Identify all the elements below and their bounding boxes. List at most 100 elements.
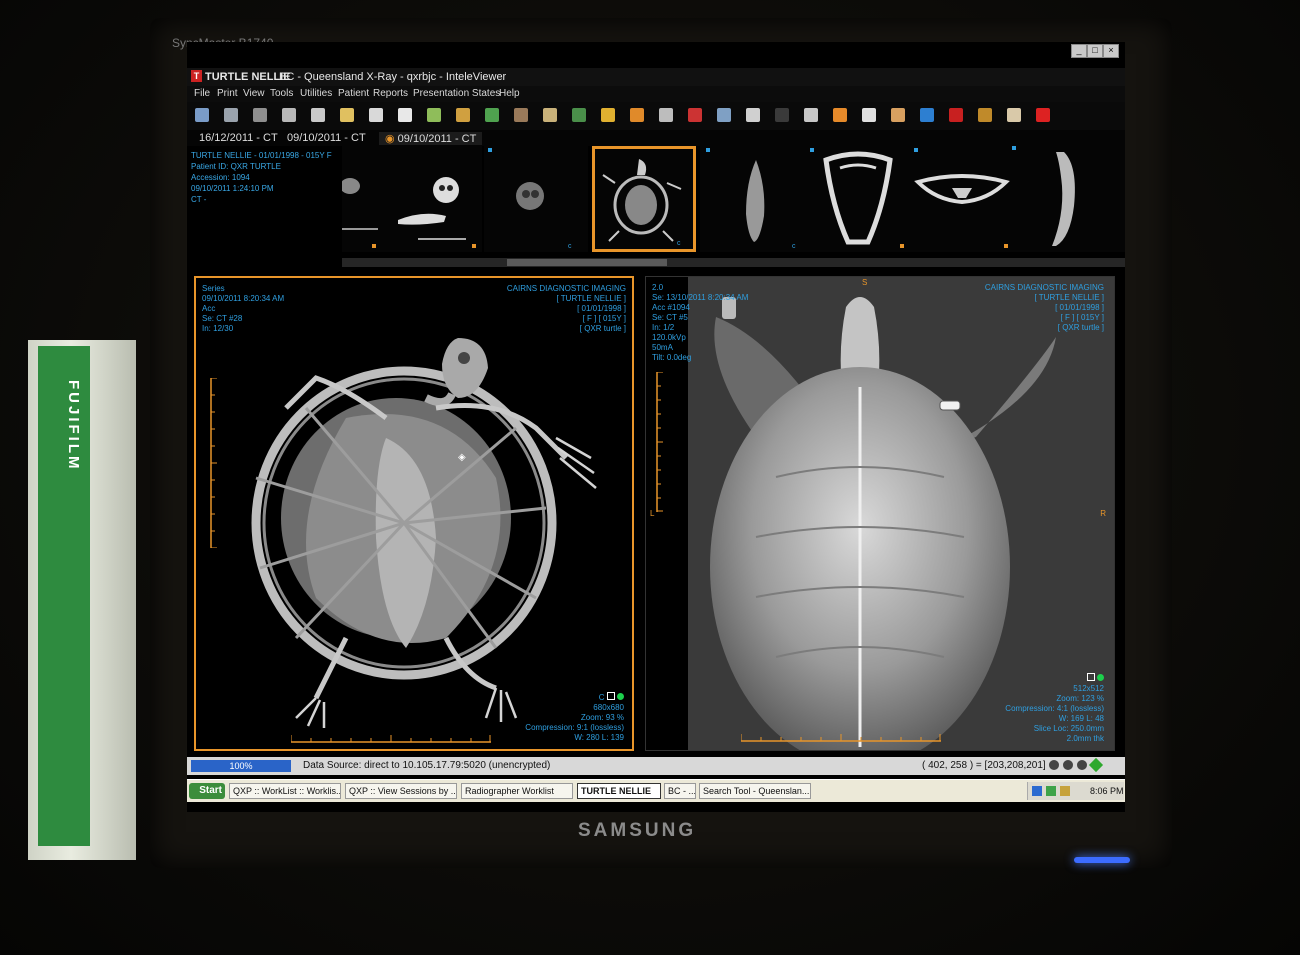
- horizontal-ruler: [741, 734, 941, 742]
- taskbar-item-search-tool[interactable]: Search Tool - Queenslan...: [699, 783, 811, 799]
- series-thumbnail[interactable]: c: [700, 146, 804, 252]
- toolbar-tool-icon[interactable]: [456, 108, 470, 122]
- viewport-radiograph[interactable]: 2.0 Se: 13/10/2011 8:20:34 AM Acc #1094 …: [645, 276, 1115, 751]
- close-button[interactable]: ×: [1103, 44, 1119, 58]
- menu-tools[interactable]: Tools: [270, 88, 293, 99]
- toolbar-tool-icon[interactable]: [1036, 108, 1050, 122]
- clock[interactable]: 8:06 PM: [1090, 786, 1124, 796]
- viewport-3d-render[interactable]: ◈ Series 09/10/2011 8:20:34 AM Acc Se: C…: [194, 276, 634, 751]
- nav-forward-icon[interactable]: [1063, 760, 1073, 770]
- series-thumbnail[interactable]: [908, 146, 1012, 252]
- toolbar-tool-icon[interactable]: [630, 108, 644, 122]
- toolbar-tool-icon[interactable]: [688, 108, 702, 122]
- taskbar-item-radiographer-worklist[interactable]: Radiographer Worklist: [461, 783, 573, 799]
- overlay-line: Tilt: 0.0deg: [652, 353, 692, 362]
- toolbar-tool-icon[interactable]: [978, 108, 992, 122]
- sync-box-icon[interactable]: [1086, 673, 1095, 681]
- thumb-image: [1012, 146, 1075, 246]
- status-bar: 100% Data Source: direct to 10.105.17.79…: [187, 757, 1125, 775]
- connection-status-icon: [1088, 757, 1104, 773]
- overlay-line: 2.0mm thk: [1066, 734, 1104, 743]
- overlay-line: CAIRNS DIAGNOSTIC IMAGING: [984, 283, 1104, 292]
- menu-presentation-states[interactable]: Presentation States: [413, 88, 500, 99]
- vertical-ruler: [656, 372, 663, 512]
- toolbar-tool-icon[interactable]: [485, 108, 499, 122]
- menu-utilities[interactable]: Utilities: [300, 88, 332, 99]
- toolbar-tool-icon[interactable]: [369, 108, 383, 122]
- toolbar-tool-icon[interactable]: [398, 108, 412, 122]
- tray-network-icon[interactable]: [1032, 786, 1042, 796]
- overlay-line: 09/10/2011 8:20:34 AM: [202, 294, 285, 303]
- minimize-button[interactable]: _: [1071, 44, 1087, 58]
- nav-back-icon[interactable]: [1049, 760, 1059, 770]
- toolbar-tool-icon[interactable]: [282, 108, 296, 122]
- overlay-line: In: 12/30: [202, 324, 234, 333]
- fujifilm-label: FUJIFILM: [65, 380, 82, 472]
- scrollbar-thumb[interactable]: [507, 259, 667, 266]
- tray-security-icon[interactable]: [1046, 786, 1056, 796]
- toolbar-tool-icon[interactable]: [775, 108, 789, 122]
- toolbar-tool-icon[interactable]: [949, 108, 963, 122]
- toolbar-tool-icon[interactable]: [746, 108, 760, 122]
- tab-study-1[interactable]: 16/12/2011 - CT: [199, 132, 278, 144]
- svg-text:c: c: [568, 243, 572, 250]
- taskbar-item-worklist[interactable]: QXP :: WorkList :: Worklis...: [229, 783, 341, 799]
- taskbar-item-bc[interactable]: BC - ...: [664, 783, 696, 799]
- toolbar-tool-icon[interactable]: [804, 108, 818, 122]
- series-thumbnail[interactable]: [1012, 146, 1125, 252]
- menu-view[interactable]: View: [243, 88, 265, 99]
- thumb-image: [914, 148, 1010, 248]
- menu-reports[interactable]: Reports: [373, 88, 408, 99]
- power-led: [1074, 857, 1130, 863]
- toolbar-tool-icon[interactable]: [862, 108, 876, 122]
- overlay-line: Slice Loc: 250.0mm: [1033, 724, 1104, 733]
- menu-patient[interactable]: Patient: [338, 88, 369, 99]
- toolbar-tool-icon[interactable]: [311, 108, 325, 122]
- toolbar-tool-icon[interactable]: [891, 108, 905, 122]
- start-button[interactable]: Start: [189, 783, 225, 799]
- menu-print[interactable]: Print: [217, 88, 238, 99]
- series-thumbnail[interactable]: [378, 146, 482, 252]
- menu-help[interactable]: Help: [499, 88, 520, 99]
- maximize-button[interactable]: □: [1087, 44, 1103, 58]
- nav-refresh-icon[interactable]: [1077, 760, 1087, 770]
- tray-volume-icon[interactable]: [1060, 786, 1070, 796]
- data-source-text: Data Source: direct to 10.105.17.79:5020…: [303, 760, 551, 771]
- overlay-line: Se: CT #28: [202, 314, 243, 323]
- series-thumbnail-selected[interactable]: c: [592, 146, 696, 252]
- menu-file[interactable]: File: [194, 88, 210, 99]
- toolbar-tool-icon[interactable]: [659, 108, 673, 122]
- overlay-line: Compression: 4:1 (lossless): [1005, 704, 1104, 713]
- toolbar-tool-icon[interactable]: [253, 108, 267, 122]
- taskbar-item-turtle-nellie[interactable]: TURTLE NELLIE: [577, 783, 661, 799]
- toolbar-tool-icon[interactable]: [340, 108, 354, 122]
- toolbar-tool-icon[interactable]: [514, 108, 528, 122]
- window-title: BC - Queensland X-Ray - qxrbjc - InteleV…: [279, 71, 507, 83]
- title-bar: T TURTLE NELLIE BC - Queensland X-Ray - …: [187, 68, 1125, 86]
- taskbar-item-view-sessions[interactable]: QXP :: View Sessions by ...: [345, 783, 457, 799]
- toolbar-tool-icon[interactable]: [601, 108, 615, 122]
- toolbar-tool-icon[interactable]: [543, 108, 557, 122]
- overlay-line: [ QXR turtle ]: [1057, 323, 1104, 332]
- tab-study-2[interactable]: 09/10/2011 - CT: [287, 132, 366, 144]
- toolbar-tool-icon[interactable]: [195, 108, 209, 122]
- orientation-top: S: [862, 278, 868, 287]
- tab-study-3[interactable]: ◉ 09/10/2011 - CT: [379, 132, 483, 145]
- right-overlay-top-left: 2.0 Se: 13/10/2011 8:20:34 AM Acc #1094 …: [652, 283, 748, 363]
- toolbar-tool-icon[interactable]: [833, 108, 847, 122]
- overlay-line: Acc: [202, 304, 216, 313]
- toolbar-tool-icon[interactable]: [572, 108, 586, 122]
- toolbar-tool-icon[interactable]: [224, 108, 238, 122]
- series-thumbnail[interactable]: c: [484, 146, 588, 252]
- series-thumbnail[interactable]: [340, 146, 382, 252]
- toolbar-tool-icon[interactable]: [717, 108, 731, 122]
- screen: T TURTLE NELLIE BC - Queensland X-Ray - …: [187, 42, 1125, 812]
- toolbar-tool-icon[interactable]: [920, 108, 934, 122]
- overlay-line: [ 01/01/1998 ]: [1055, 303, 1104, 312]
- thumbnail-scrollbar[interactable]: [342, 258, 1125, 267]
- svg-text:c: c: [792, 243, 796, 250]
- toolbar-tool-icon[interactable]: [427, 108, 441, 122]
- toolbar-tool-icon[interactable]: [1007, 108, 1021, 122]
- sync-box-icon[interactable]: [606, 692, 615, 700]
- series-thumbnail[interactable]: [804, 146, 908, 252]
